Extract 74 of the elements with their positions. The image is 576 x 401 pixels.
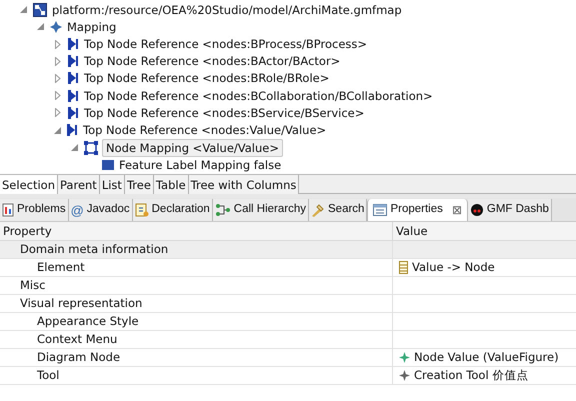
tree-item[interactable]: Top Node Reference <nodes:BProcess/BProcess> [83, 36, 368, 52]
flashlight-icon [311, 203, 326, 217]
sparkle-icon [399, 370, 410, 381]
property-row[interactable]: Misc [0, 277, 576, 295]
view-tab-label: Call Hierarchy [234, 202, 306, 218]
node-reference-icon [68, 55, 79, 68]
declaration-icon [134, 203, 149, 217]
tree-item[interactable]: Top Node Reference <nodes:BRole/BRole> [83, 70, 330, 86]
view-tab-label: Javadoc [86, 202, 130, 218]
tree-item[interactable]: Feature Label Mapping false [118, 157, 282, 174]
property-row[interactable]: Domain meta information [0, 241, 576, 259]
property-name: Misc [20, 276, 46, 294]
property-row[interactable]: Diagram Node Node Value (ValueFigure) [0, 349, 576, 367]
diamond-icon [50, 20, 62, 33]
problems-icon [2, 203, 14, 217]
tree-item[interactable]: Top Node Reference <nodes:BCollaboration/BCollaboration> [83, 88, 434, 104]
property-name: Visual representation [20, 294, 142, 312]
view-tab-label: Problems [17, 202, 66, 218]
property-name: Element [37, 258, 85, 276]
viewer-tab[interactable]: Table [154, 175, 189, 194]
property-name: Diagram Node [37, 348, 120, 366]
view-tab[interactable]: @ Javadoc [68, 199, 133, 221]
column-header[interactable]: Property [0, 222, 393, 240]
properties-icon [373, 204, 388, 216]
property-name: Context Menu [37, 330, 118, 348]
property-row[interactable]: Tool Creation Tool 价值点 [0, 367, 576, 385]
expanded-arrow-icon[interactable] [20, 6, 27, 14]
view-tab-label: GMF Dashb [486, 202, 549, 218]
at-sign-icon: @ [70, 204, 84, 216]
tree-item[interactable]: Top Node Reference <nodes:BActor/BActor> [83, 53, 342, 70]
close-button[interactable]: ⊠ [452, 201, 462, 219]
sparkle-icon [399, 352, 410, 363]
viewer-tab[interactable]: Selection [0, 175, 58, 194]
property-value: Value -> Node [412, 258, 495, 276]
node-mapping-icon [84, 140, 98, 155]
view-tab[interactable]: GMF Dashb [468, 199, 552, 221]
property-name: Domain meta information [20, 240, 168, 258]
expanded-arrow-icon[interactable] [71, 144, 78, 152]
ladybug-icon [470, 203, 484, 217]
view-tab-label: Search [328, 202, 364, 218]
tree-item[interactable]: Mapping [66, 18, 118, 35]
property-row[interactable]: Appearance Style [0, 313, 576, 331]
property-row[interactable]: Visual representation [0, 295, 576, 313]
model-file-icon [33, 2, 47, 17]
property-value: Creation Tool 价值点 [414, 366, 528, 384]
tree-item[interactable]: Top Node Reference <nodes:Value/Value> [82, 122, 328, 138]
list-icon [399, 261, 408, 274]
view-tab[interactable]: Search [309, 199, 368, 221]
expanded-arrow-icon[interactable] [54, 126, 61, 134]
property-row[interactable]: Context Menu [0, 331, 576, 349]
view-tab[interactable]: Call Hierarchy [212, 199, 310, 221]
view-tab-label: Declaration [152, 202, 210, 218]
property-value: Node Value (ValueFigure) [414, 348, 559, 366]
property-row[interactable]: Element Value -> Node [0, 259, 576, 277]
tree-item[interactable]: platform:/resource/OEA%20Studio/model/ArchiMate.gmfmap [51, 2, 403, 18]
hierarchy-icon [214, 203, 231, 217]
tree-item[interactable]: Top Node Reference <nodes:BService/BService> [83, 104, 366, 121]
node-reference-icon [67, 124, 78, 136]
property-name: Tool [37, 366, 60, 384]
view-tab[interactable]: Properties ⊠ [367, 199, 468, 221]
node-reference-icon [68, 106, 79, 119]
column-header[interactable]: Value [393, 222, 576, 240]
viewer-tab[interactable]: Tree with Columns [188, 175, 300, 194]
viewer-tab[interactable]: Tree [124, 175, 154, 194]
view-tab[interactable]: Declaration [132, 199, 213, 221]
node-reference-icon [68, 72, 79, 84]
tree-item[interactable]: Node Mapping <Value/Value> [102, 138, 283, 157]
node-reference-icon [68, 38, 79, 50]
view-tab-label: Properties [390, 202, 443, 218]
property-name: Appearance Style [37, 312, 139, 330]
view-tab[interactable]: Problems [0, 199, 69, 221]
viewer-tab[interactable]: Parent [58, 175, 100, 194]
expanded-arrow-icon[interactable] [37, 23, 44, 30]
node-reference-icon [68, 90, 79, 102]
